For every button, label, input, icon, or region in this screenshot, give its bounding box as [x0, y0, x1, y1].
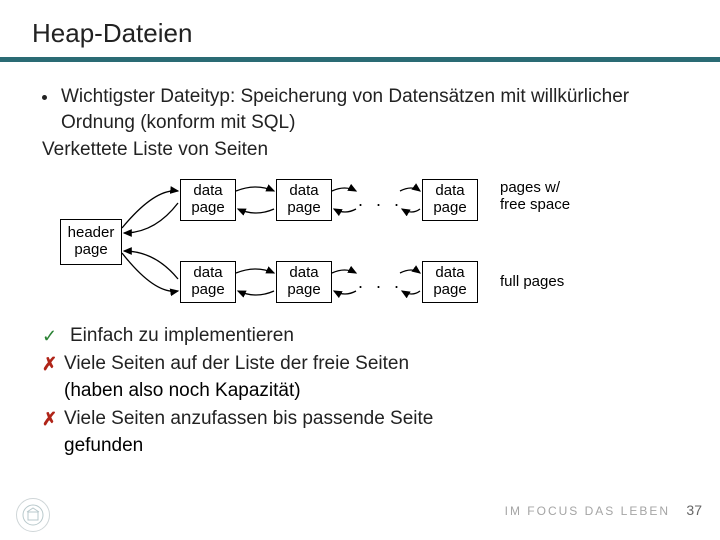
box-data-top-3: data page — [422, 179, 478, 221]
con-2: ✗ Viele Seiten anzufassen bis passende S… — [42, 406, 688, 432]
box-data-top-2: data page — [276, 179, 332, 221]
check-icon: ✓ — [42, 324, 64, 348]
box-data-bot-1: data page — [180, 261, 236, 303]
x-icon: ✗ — [42, 407, 64, 431]
dots-bottom: . . . — [358, 272, 403, 293]
pro-1-text: Einfach zu implementieren — [70, 323, 294, 349]
seal-svg — [21, 503, 45, 527]
footer — [0, 498, 720, 532]
con-1-sub: (haben also noch Kapazität) — [64, 378, 688, 404]
box-data-bot-3: data page — [422, 261, 478, 303]
slide-title: Heap-Dateien — [32, 18, 688, 49]
dots-top: . . . — [358, 190, 403, 211]
con-1-text: Viele Seiten auf der Liste der freie Sei… — [64, 351, 409, 377]
bullet-1: Wichtigster Dateityp: Speicherung von Da… — [42, 84, 688, 135]
bullet-1-text: Wichtigster Dateityp: Speicherung von Da… — [61, 84, 688, 135]
box-header-page: header page — [60, 219, 122, 265]
con-2-sub: gefunden — [64, 433, 688, 459]
label-pages-free-space: pages w/ free space — [500, 179, 570, 214]
title-rule — [0, 57, 720, 62]
bullet-dot — [42, 95, 47, 100]
con-1: ✗ Viele Seiten auf der Liste der freie S… — [42, 351, 688, 377]
label-full-pages: full pages — [500, 273, 564, 290]
box-data-top-1: data page — [180, 179, 236, 221]
linked-list-diagram: header page data page data page . . . da… — [60, 173, 660, 311]
university-seal-icon — [16, 498, 50, 532]
box-data-bot-2: data page — [276, 261, 332, 303]
con-2-text: Viele Seiten anzufassen bis passende Sei… — [64, 406, 433, 432]
pro-1: ✓ Einfach zu implementieren — [42, 323, 688, 349]
subline: Verkettete Liste von Seiten — [42, 137, 688, 163]
x-icon: ✗ — [42, 352, 64, 376]
